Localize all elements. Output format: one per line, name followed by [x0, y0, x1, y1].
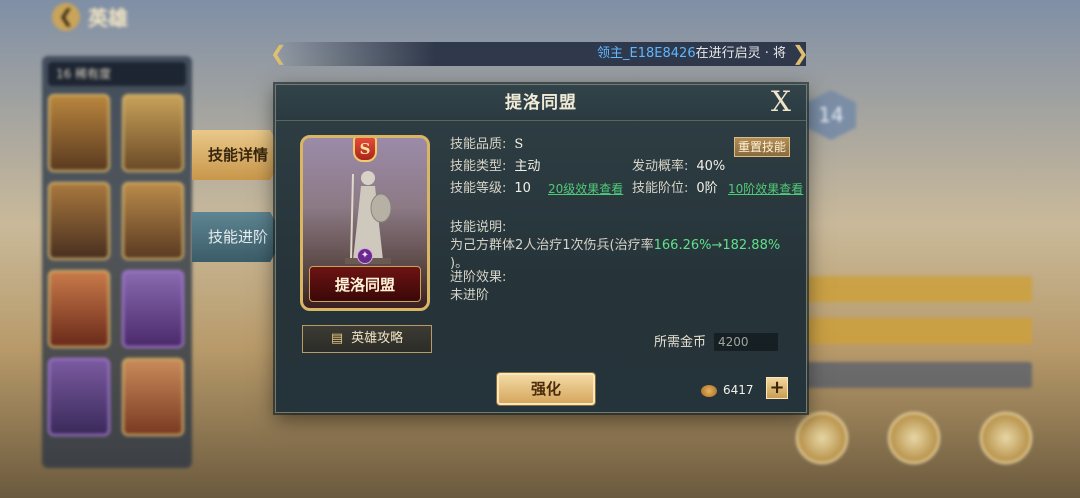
notice-ticker: 领主_E18E8426在进行启灵 · 将 [276, 42, 806, 66]
hero-stats-panel: 14 [806, 90, 1036, 390]
advance-title: 进阶效果: [450, 270, 507, 285]
hero-portrait[interactable] [48, 358, 110, 436]
reset-skill-button[interactable]: 重置技能 [734, 137, 790, 157]
hero-portrait[interactable] [122, 270, 184, 348]
stage-label: 技能阶位: [632, 181, 689, 196]
desc-title: 技能说明: [450, 220, 507, 235]
coin-icon [701, 384, 717, 397]
level-row: 技能等级: 10 [450, 179, 531, 199]
back-arrow-icon[interactable]: ❮ [52, 2, 80, 31]
stage-effect-link[interactable]: 10阶效果查看 [728, 182, 803, 196]
skill-slot-bar [806, 362, 1032, 388]
notice-player-name[interactable]: 领主_E18E8426 [597, 46, 696, 61]
medal-icon [980, 412, 1032, 464]
quality-row: 技能品质: S [450, 135, 523, 155]
book-icon: ▤ [330, 331, 344, 346]
required-gold-value: 4200 [714, 333, 779, 351]
skill-type-icon: ✦ [357, 248, 373, 264]
quality-value: S [514, 137, 524, 152]
advance-value: 未进阶 [450, 288, 490, 303]
hero-portrait[interactable] [122, 358, 184, 436]
hero-list-sidebar: 16 稀有度 [42, 56, 192, 468]
hero-guide-label: 英雄攻略 [351, 331, 404, 346]
coin-balance: 6417 [701, 381, 754, 399]
hero-portrait[interactable] [48, 94, 110, 172]
close-button[interactable]: X [766, 87, 796, 117]
desc-body: 为己方群体2人治疗1次伤兵(治疗率166.26%→182.88% [450, 237, 790, 255]
skill-name-plate: 提洛同盟 [309, 266, 421, 302]
skill-slot-bar [806, 276, 1032, 302]
advance-effect: 进阶效果: 未进阶 [450, 269, 506, 305]
hero-filter[interactable]: 16 稀有度 [48, 62, 186, 86]
page-title: 英雄 [88, 6, 128, 30]
coin-count-value: 6417 [723, 383, 754, 397]
stage-link-row: 10阶效果查看 [728, 179, 803, 199]
hero-level-badge: 14 [806, 90, 856, 140]
notice-text: 在进行启灵 · 将 [695, 46, 786, 61]
rate-row: 发动概率: 40% [632, 157, 725, 177]
notice-right-arrow-icon: ❯ [792, 41, 809, 65]
grade-badge: S [353, 138, 377, 162]
upgrade-button[interactable]: 强化 [497, 373, 595, 405]
hero-portrait[interactable] [48, 182, 110, 260]
hero-portrait[interactable] [122, 94, 184, 172]
type-row: 技能类型: 主动 [450, 157, 540, 177]
desc-text-1: 为己方群体2人治疗1次伤兵(治疗率 [450, 238, 654, 253]
level-label: 技能等级: [450, 181, 507, 196]
hero-portrait[interactable] [122, 182, 184, 260]
heal-rate-value: 166.26%→182.88% [653, 238, 781, 253]
stage-value: 0阶 [696, 181, 718, 196]
dialog-title: 提洛同盟 [505, 93, 577, 113]
skill-slot-bar [806, 318, 1032, 344]
medal-icon [888, 412, 940, 464]
stage-row: 技能阶位: 0阶 [632, 179, 718, 199]
back-nav[interactable]: ❮ 英雄 [52, 2, 128, 31]
skill-card: S ✦ 提洛同盟 [300, 135, 430, 311]
dialog-header: 提洛同盟 X [276, 85, 806, 121]
skill-description: 技能说明: 为己方群体2人治疗1次伤兵(治疗率166.26%→182.88% )… [450, 219, 790, 273]
medal-icon [796, 412, 848, 464]
quality-label: 技能品质: [450, 137, 507, 152]
hero-guide-button[interactable]: ▤ 英雄攻略 [302, 325, 432, 353]
level-link-row: 20级效果查看 [548, 179, 623, 199]
required-gold-row: 所需金币 4200 [654, 333, 779, 353]
required-gold-label: 所需金币 [654, 335, 707, 350]
type-label: 技能类型: [450, 159, 507, 174]
tab-skill-advance[interactable]: 技能进阶 [192, 212, 284, 262]
skill-detail-dialog: 提洛同盟 X S ✦ 提洛同盟 ▤ 英雄攻略 技能品质: S 重置技能 技能类型: 主… [275, 84, 807, 413]
level-effect-link[interactable]: 20级效果查看 [548, 182, 623, 196]
type-value: 主动 [514, 159, 541, 174]
add-coin-button[interactable]: + [766, 377, 788, 399]
rate-label: 发动概率: [632, 159, 689, 174]
level-value: 10 [514, 181, 531, 196]
tab-skill-details[interactable]: 技能详情 [192, 130, 284, 180]
hero-portrait[interactable] [48, 270, 110, 348]
rate-value: 40% [696, 159, 726, 174]
